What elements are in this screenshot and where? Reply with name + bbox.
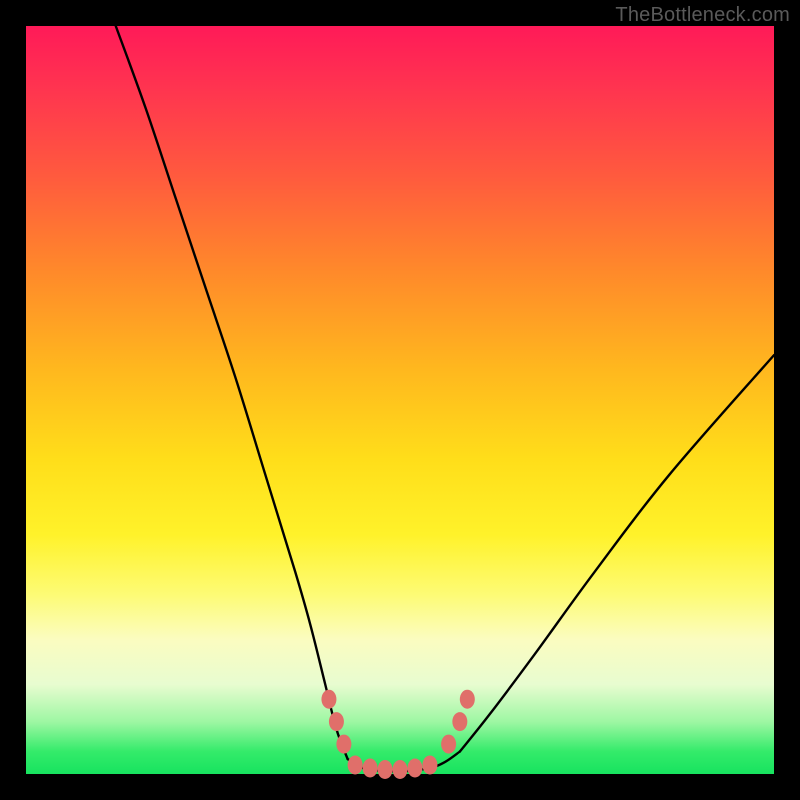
curve-right-branch — [460, 355, 774, 751]
valley-marker-dot — [452, 712, 467, 731]
outer-frame: TheBottleneck.com — [0, 0, 800, 800]
bottleneck-curve — [116, 26, 774, 771]
valley-marker-dot — [407, 759, 422, 778]
valley-marker-dot — [336, 735, 351, 754]
valley-marker-dot — [329, 712, 344, 731]
valley-marker-dot — [422, 756, 437, 775]
valley-marker-dot — [363, 759, 378, 778]
chart-svg — [26, 26, 774, 774]
valley-marker-dot — [378, 760, 393, 779]
valley-marker-dot — [348, 756, 363, 775]
watermark-text: TheBottleneck.com — [615, 4, 790, 27]
valley-marker-dot — [460, 690, 475, 709]
valley-marker-dot — [393, 760, 408, 779]
valley-markers — [321, 690, 474, 779]
valley-marker-dot — [441, 735, 456, 754]
curve-left-branch — [116, 26, 348, 759]
valley-marker-dot — [321, 690, 336, 709]
